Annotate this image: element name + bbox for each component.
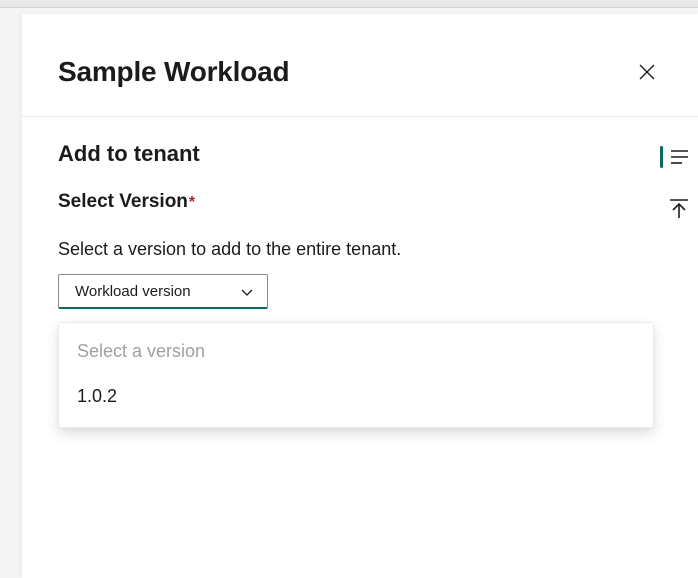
required-mark: * — [189, 194, 195, 211]
dropdown-placeholder: Select a version — [59, 331, 653, 376]
workload-panel: Sample Workload Add to tenant — [22, 14, 698, 578]
close-icon — [638, 63, 656, 81]
combo-label: Workload version — [75, 283, 191, 300]
version-combo: Workload version Select a version 1.0.2 — [58, 274, 268, 309]
section-heading: Add to tenant — [58, 141, 662, 167]
panel-body: Add to tenant Select Version* Select a v… — [22, 117, 698, 309]
field-label: Select Version — [58, 191, 188, 213]
panel-header: Sample Workload — [22, 14, 698, 117]
field-description: Select a version to add to the entire te… — [58, 239, 662, 260]
panel-title: Sample Workload — [58, 56, 289, 88]
version-dropdown-list: Select a version 1.0.2 — [58, 322, 654, 428]
version-dropdown-button[interactable]: Workload version — [58, 274, 268, 309]
close-button[interactable] — [632, 57, 662, 87]
chevron-down-icon — [239, 284, 255, 300]
dropdown-option[interactable]: 1.0.2 — [59, 376, 653, 417]
version-field: Select Version* — [58, 191, 662, 213]
